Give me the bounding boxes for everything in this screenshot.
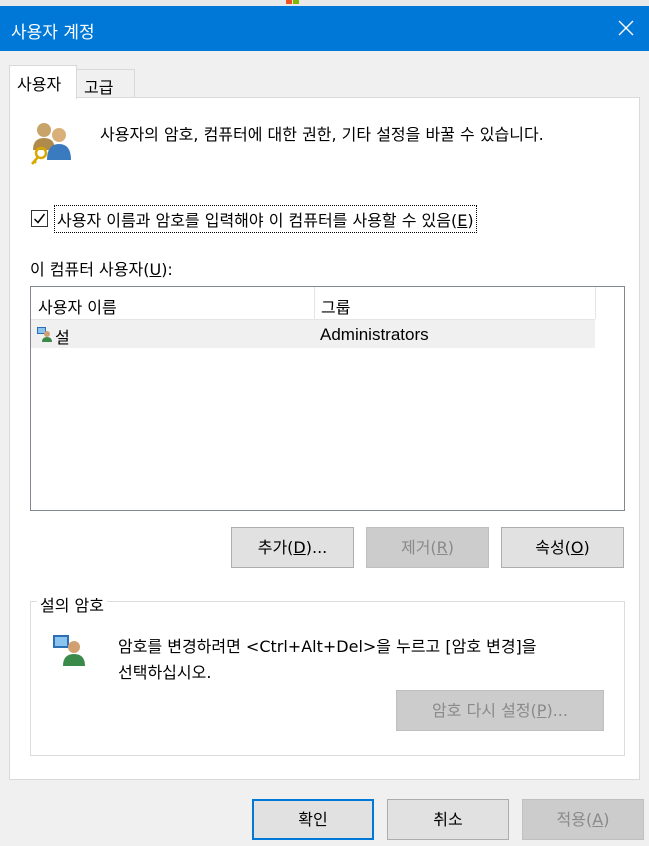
- window-title: 사용자 계정: [11, 23, 95, 43]
- users-list-label: 이 컴퓨터 사용자(U):: [30, 256, 173, 280]
- remove-button-end: ): [447, 538, 455, 557]
- users-key-icon: [31, 123, 71, 165]
- properties-button-accesskey: O: [570, 538, 584, 557]
- listview-header: 사용자 이름 그룹: [31, 287, 596, 320]
- remove-button-accesskey: R: [436, 538, 448, 557]
- properties-button-text: 속성(: [535, 538, 571, 557]
- close-icon: [618, 20, 634, 36]
- windows-logo-icon: [286, 0, 292, 4]
- require-login-accesskey: E: [457, 211, 468, 230]
- close-button[interactable]: [603, 6, 649, 51]
- properties-button-end: ): [583, 538, 590, 557]
- apply-button-accesskey: A: [592, 810, 604, 829]
- cancel-button[interactable]: 취소: [387, 799, 509, 840]
- ok-button[interactable]: 확인: [252, 799, 374, 840]
- reset-password-end: )...: [546, 701, 568, 720]
- password-instructions-line1: 암호를 변경하려면 <Ctrl+Alt+Del>을 누르고 [암호 변경]을: [118, 637, 537, 656]
- require-login-label[interactable]: 사용자 이름과 암호를 입력해야 이 컴퓨터를 사용할 수 있음(E): [54, 205, 477, 233]
- intro-text: 사용자의 암호, 컴퓨터에 대한 권한, 기타 설정을 바꿀 수 있습니다.: [100, 125, 544, 144]
- password-instructions: 암호를 변경하려면 <Ctrl+Alt+Del>을 누르고 [암호 변경]을 선…: [118, 634, 537, 686]
- table-row[interactable]: 설 Administrators: [31, 320, 595, 348]
- password-instructions-line2: 선택하십시오.: [118, 663, 212, 682]
- tab-users-label: 사용자: [17, 75, 62, 94]
- users-listview[interactable]: 사용자 이름 그룹 설 Administrators: [30, 286, 625, 511]
- user-account-icon: [37, 327, 52, 342]
- column-header-username[interactable]: 사용자 이름: [31, 287, 315, 319]
- add-button-end: )...: [305, 538, 328, 557]
- users-list-accesskey: U: [149, 260, 162, 279]
- apply-button-end: ): [603, 810, 610, 829]
- users-list-label-end: ):: [161, 260, 173, 279]
- add-user-button[interactable]: 추가(D)...: [231, 527, 354, 568]
- require-login-text: 사용자 이름과 암호를 입력해야 이 컴퓨터를 사용할 수 있음(: [57, 211, 458, 230]
- column-header-group[interactable]: 그룹: [315, 287, 596, 319]
- user-group-cell: Administrators: [320, 325, 429, 344]
- remove-button-text: 제거(: [400, 538, 437, 557]
- user-name-cell: 설: [55, 328, 70, 347]
- tab-users[interactable]: 사용자: [9, 65, 77, 99]
- remove-user-button[interactable]: 제거(R): [366, 527, 489, 568]
- add-button-text: 추가(: [257, 538, 294, 557]
- reset-password-accesskey: P: [536, 701, 547, 720]
- require-login-checkbox[interactable]: [31, 210, 48, 227]
- apply-button[interactable]: 적용(A): [522, 799, 644, 840]
- title-bar: 사용자 계정: [0, 6, 649, 51]
- users-list-label-text: 이 컴퓨터 사용자(: [30, 260, 150, 279]
- reset-password-text: 암호 다시 설정(: [432, 701, 537, 720]
- checkmark-icon: [33, 213, 46, 224]
- column-header-username-label: 사용자 이름: [38, 298, 117, 317]
- tab-advanced[interactable]: 고급: [75, 69, 135, 98]
- tab-advanced-label: 고급: [84, 78, 114, 97]
- properties-button[interactable]: 속성(O): [501, 527, 624, 568]
- password-group-legend: 설의 암호: [37, 592, 107, 616]
- windows-logo-icon-part: [293, 0, 299, 4]
- apply-button-text: 적용(: [556, 810, 593, 829]
- require-login-end: ): [467, 211, 474, 230]
- add-button-accesskey: D: [293, 538, 306, 557]
- user-password-icon: [53, 635, 85, 666]
- reset-password-button[interactable]: 암호 다시 설정(P)...: [396, 690, 604, 731]
- column-header-group-label: 그룹: [321, 298, 351, 317]
